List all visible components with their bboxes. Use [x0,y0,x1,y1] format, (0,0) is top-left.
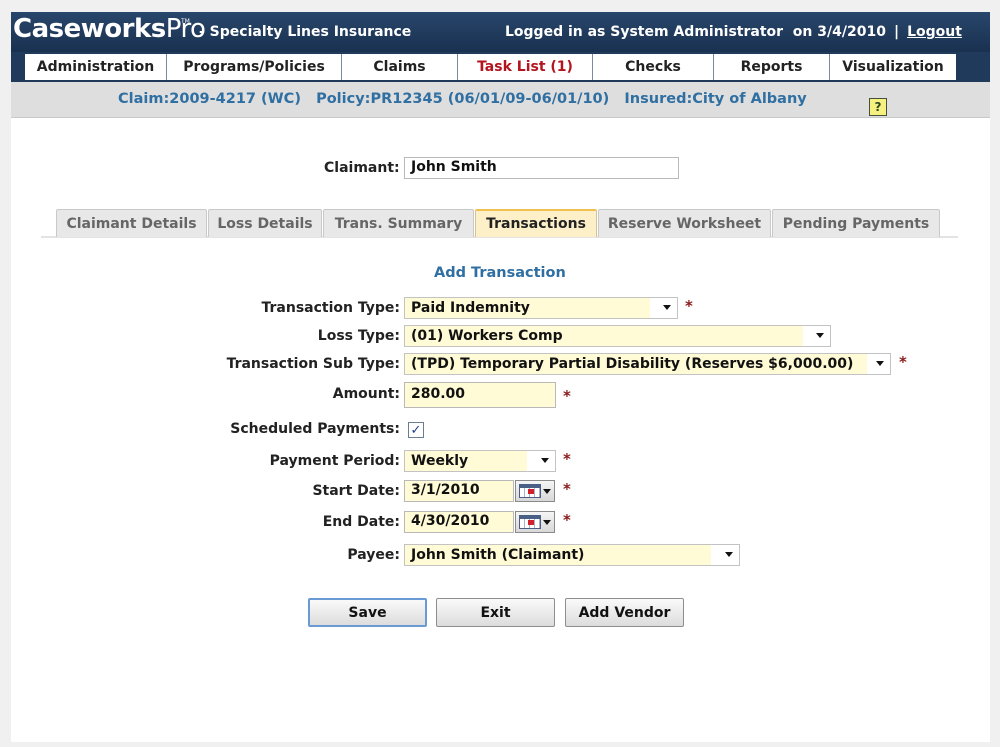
nav-tab-administration[interactable]: Administration [25,54,167,80]
payee-value: John Smith (Claimant) [411,547,585,563]
transaction-type-value: Paid Indemnity [411,300,530,316]
logo-trademark: TM [181,18,190,25]
start-date-input[interactable]: 3/1/2010 [404,480,514,502]
nav-tab-visualization[interactable]: Visualization [830,54,956,80]
login-info: Logged in as System Administrator on 3/4… [505,24,962,40]
nav-tab-reports[interactable]: Reports [714,54,830,80]
loss-type-select[interactable]: (01) Workers Comp [404,325,831,347]
save-button[interactable]: Save [308,598,427,627]
transaction-sub-type-value: (TPD) Temporary Partial Disability (Rese… [411,356,854,372]
nav-tab-checks[interactable]: Checks [593,54,714,80]
claim-context-text: Claim:2009-4217 (WC) Policy:PR12345 (06/… [118,91,807,107]
claimant-label: Claimant: [324,160,400,176]
chevron-down-icon [816,333,824,338]
transaction-sub-type-label: Transaction Sub Type: [226,356,400,372]
payment-period-label: Payment Period: [269,453,400,469]
app-window: CaseworksPro TM - Specialty Lines Insura… [11,12,990,742]
app-subtitle: - Specialty Lines Insurance [199,24,412,40]
logo-main-text: Caseworks [13,14,166,44]
required-marker: * [563,450,571,468]
chevron-down-icon [876,361,884,366]
tab-loss-details[interactable]: Loss Details [208,209,322,237]
add-vendor-button[interactable]: Add Vendor [565,598,684,627]
amount-input[interactable]: 280.00 [404,382,556,408]
claim-context-bar: Claim:2009-4217 (WC) Policy:PR12345 (06/… [11,82,990,118]
payment-period-value: Weekly [411,453,469,469]
claimant-field[interactable]: John Smith [404,157,679,179]
chevron-down-icon [541,458,549,463]
main-nav: Administration Programs/Policies Claims … [11,52,990,82]
app-header: CaseworksPro TM - Specialty Lines Insura… [11,12,990,52]
required-marker: * [563,511,571,529]
help-icon[interactable]: ? [869,98,887,116]
loss-type-label: Loss Type: [317,328,400,344]
required-marker: * [563,387,571,405]
required-marker: * [685,297,693,315]
login-text: Logged in as System Administrator on 3/4… [505,24,886,40]
end-date-input[interactable]: 4/30/2010 [404,511,514,533]
tab-claimant-details[interactable]: Claimant Details [56,209,207,237]
form-title: Add Transaction [434,265,566,281]
logout-link[interactable]: Logout [907,24,962,40]
payment-period-select[interactable]: Weekly [404,450,556,472]
calendar-icon[interactable] [515,511,555,533]
tab-pending-payments[interactable]: Pending Payments [772,209,940,237]
chevron-down-icon [725,552,733,557]
login-separator: | [893,24,900,40]
chevron-down-icon [663,305,671,310]
app-logo: CaseworksPro [13,14,206,44]
required-marker: * [563,480,571,498]
tab-reserve-worksheet[interactable]: Reserve Worksheet [598,209,771,237]
scheduled-payments-checkbox[interactable]: ✓ [408,422,424,438]
scheduled-payments-label: Scheduled Payments: [230,421,400,437]
start-date-label: Start Date: [312,483,400,499]
calendar-icon[interactable] [515,480,555,502]
amount-label: Amount: [332,386,400,402]
payee-label: Payee: [347,547,400,563]
transaction-sub-type-select[interactable]: (TPD) Temporary Partial Disability (Rese… [404,353,891,375]
required-marker: * [899,353,907,371]
nav-tab-task-list[interactable]: Task List (1) [458,54,593,80]
exit-button[interactable]: Exit [436,598,555,627]
nav-tab-programs-policies[interactable]: Programs/Policies [167,54,342,80]
tab-transactions[interactable]: Transactions [475,209,597,237]
loss-type-value: (01) Workers Comp [411,328,563,344]
transaction-type-select[interactable]: Paid Indemnity [404,297,678,319]
tab-trans-summary[interactable]: Trans. Summary [323,209,474,237]
end-date-label: End Date: [322,514,400,530]
transaction-type-label: Transaction Type: [261,300,401,316]
nav-tab-claims[interactable]: Claims [342,54,458,80]
payee-select[interactable]: John Smith (Claimant) [404,544,740,566]
